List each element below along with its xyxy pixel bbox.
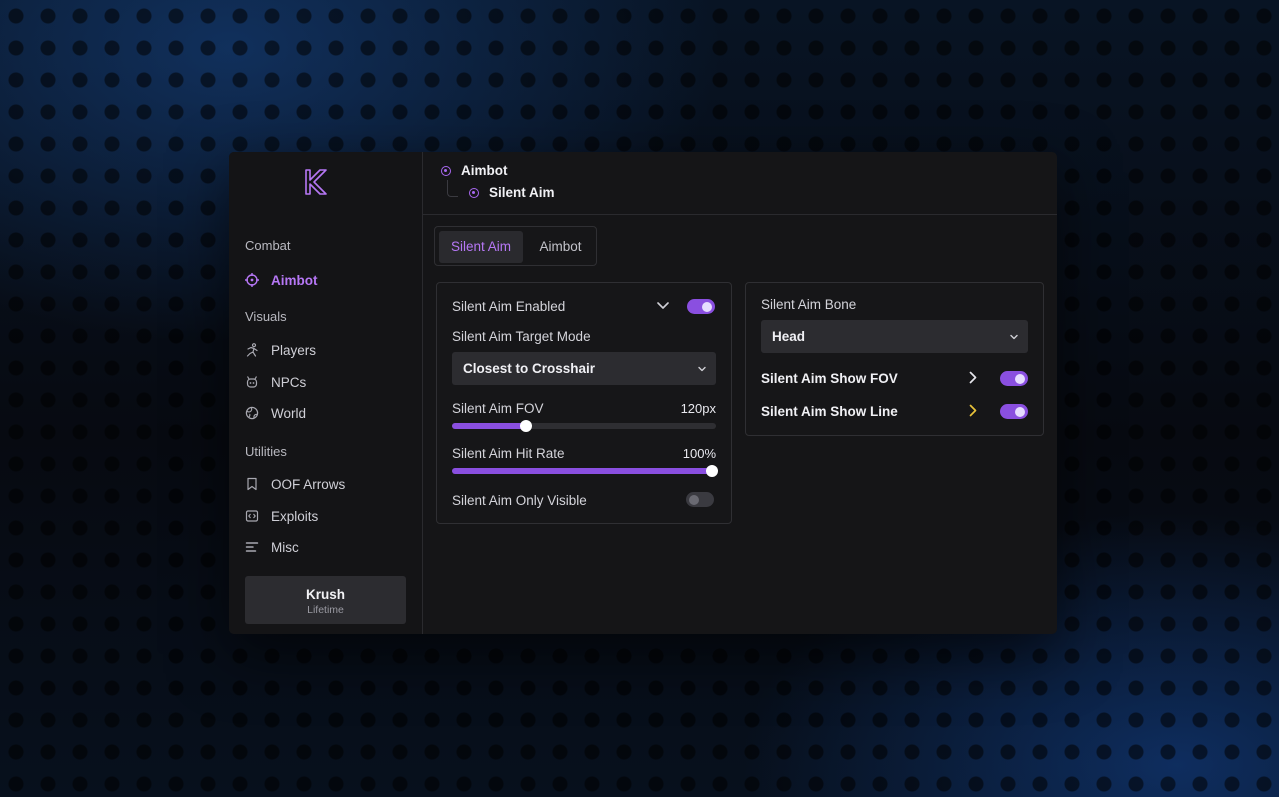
toggle-knob (1015, 406, 1025, 417)
hit-rate-value: 100% (682, 446, 716, 461)
toggle-knob (702, 301, 712, 312)
tab-aimbot[interactable]: Aimbot (527, 231, 594, 263)
breadcrumb-connector (447, 180, 458, 197)
section-label-visuals: Visuals (245, 309, 287, 324)
fov-slider[interactable] (452, 420, 716, 432)
target-icon (441, 165, 451, 176)
silent-aim-display-panel: Silent Aim Bone Head Silent Aim Show FOV… (745, 282, 1044, 436)
silent-aim-settings-panel: Silent Aim Enabled Silent Aim Target Mod… (436, 282, 732, 524)
show-fov-toggle[interactable] (1000, 371, 1028, 386)
hit-rate-label: Silent Aim Hit Rate (452, 446, 565, 461)
fov-value: 120px (680, 401, 716, 416)
toggle-knob (1015, 373, 1025, 384)
sidebar-item-oof-arrows[interactable]: OOF Arrows (245, 474, 345, 494)
section-label-combat: Combat (245, 238, 291, 253)
show-line-label: Silent Aim Show Line (761, 404, 898, 419)
fov-label: Silent Aim FOV (452, 401, 544, 416)
bookmark-icon (245, 477, 259, 491)
enabled-toggle[interactable] (687, 299, 715, 314)
tab-bar: Silent Aim Aimbot (434, 226, 597, 266)
sidebar-item-aimbot[interactable]: Aimbot (245, 270, 318, 290)
chevron-right-icon[interactable] (969, 404, 977, 417)
only-visible-toggle[interactable] (686, 492, 714, 507)
user-plan: Lifetime (307, 604, 344, 616)
sidebar-item-players[interactable]: Players (245, 340, 316, 360)
main-content: Aimbot Silent Aim Silent Aim Aimbot Sile… (423, 152, 1057, 634)
code-icon (245, 509, 259, 523)
only-visible-label: Silent Aim Only Visible (452, 493, 587, 508)
slider-fill (452, 423, 526, 429)
sidebar-item-label: Exploits (271, 508, 319, 524)
target-mode-label: Silent Aim Target Mode (452, 329, 591, 344)
list-icon (245, 540, 259, 554)
target-mode-select[interactable]: Closest to Crosshair (452, 352, 716, 385)
sidebar-item-world[interactable]: World (245, 403, 306, 423)
robot-icon (245, 375, 259, 389)
crosshair-icon (245, 273, 259, 287)
sidebar-item-label: OOF Arrows (271, 476, 346, 492)
chevron-right-icon[interactable] (969, 371, 977, 384)
breadcrumb: Aimbot Silent Aim (423, 152, 1057, 215)
bone-label: Silent Aim Bone (761, 297, 857, 312)
show-fov-label: Silent Aim Show FOV (761, 371, 898, 386)
section-label-utilities: Utilities (245, 444, 287, 459)
breadcrumb-parent[interactable]: Aimbot (441, 163, 508, 178)
slider-fill (452, 468, 712, 474)
user-name: Krush (305, 587, 345, 602)
sidebar-item-label: World (271, 405, 307, 421)
globe-icon (245, 406, 259, 420)
chevron-down-icon (698, 366, 706, 372)
k-logo-icon (305, 169, 327, 195)
sidebar-item-misc[interactable]: Misc (245, 537, 299, 557)
chevron-down-icon (1010, 334, 1018, 340)
chevron-down-icon[interactable] (657, 302, 669, 310)
sidebar-item-label: Aimbot (271, 272, 318, 288)
breadcrumb-child[interactable]: Silent Aim (469, 185, 555, 200)
tab-silent-aim[interactable]: Silent Aim (439, 231, 523, 263)
sidebar-item-npcs[interactable]: NPCs (245, 372, 306, 392)
hit-rate-slider[interactable] (452, 465, 718, 477)
sidebar: Combat Aimbot Visuals Players NPCs World (229, 152, 423, 634)
app-window: Combat Aimbot Visuals Players NPCs World (229, 152, 1057, 634)
slider-thumb[interactable] (519, 420, 532, 432)
show-line-toggle[interactable] (1000, 404, 1028, 419)
user-card[interactable]: Krush Lifetime (245, 576, 406, 624)
sidebar-item-exploits[interactable]: Exploits (245, 506, 318, 526)
bone-select[interactable]: Head (761, 320, 1028, 353)
target-icon (469, 187, 479, 198)
enabled-label: Silent Aim Enabled (452, 299, 566, 314)
slider-thumb[interactable] (706, 465, 718, 477)
toggle-knob (689, 494, 699, 505)
running-person-icon (245, 343, 259, 357)
sidebar-item-label: NPCs (271, 374, 307, 390)
sidebar-item-label: Misc (271, 539, 299, 555)
sidebar-item-label: Players (271, 342, 317, 358)
